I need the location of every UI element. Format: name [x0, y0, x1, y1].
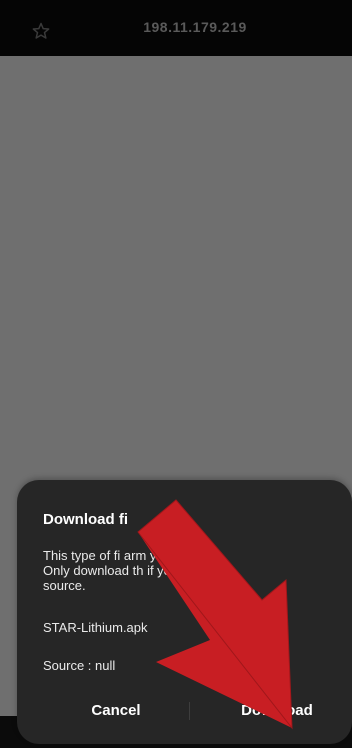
- file-source: Source : null: [43, 658, 116, 673]
- download-file-dialog: Download fi This type of fi arm your pho…: [17, 480, 352, 744]
- bookmark-star-button[interactable]: [30, 20, 52, 42]
- dialog-message-line-3: source.: [43, 578, 86, 593]
- button-divider: [189, 702, 190, 720]
- download-button[interactable]: Download: [217, 693, 337, 727]
- cancel-button[interactable]: Cancel: [61, 693, 171, 727]
- file-name: STAR-Lithium.apk: [43, 620, 148, 635]
- star-outline-icon: [32, 22, 50, 39]
- dialog-message-line-1: This type of fi arm your phone.: [43, 548, 219, 563]
- dialog-title: Download fi: [43, 511, 128, 528]
- dialog-message-line-2: Only download th if you trust its: [43, 563, 224, 578]
- browser-top-bar: 198.11.179.219: [0, 0, 352, 56]
- dialog-message: This type of fi arm your phone. Only dow…: [43, 548, 343, 593]
- url-text[interactable]: 198.11.179.219: [120, 16, 270, 38]
